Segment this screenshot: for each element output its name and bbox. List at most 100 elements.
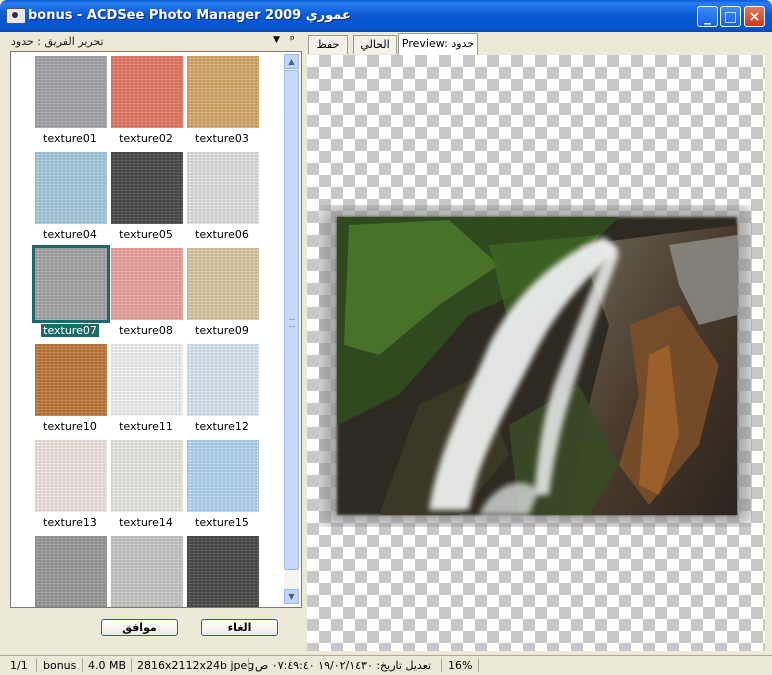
texture-thumbnail[interactable] — [187, 152, 259, 224]
texture-tile[interactable]: texture05 — [109, 148, 183, 244]
texture-thumbnail[interactable] — [35, 536, 107, 607]
texture-thumbnail[interactable] — [187, 344, 259, 416]
texture-tile[interactable] — [185, 532, 259, 607]
status-divider — [478, 658, 479, 672]
texture-thumbnail[interactable] — [187, 248, 259, 320]
texture-tile[interactable]: texture12 — [185, 340, 259, 436]
close-button[interactable]: × — [744, 6, 765, 27]
status-modified-date: تعديل تاريخ: ١٩/٠٢/١٤٣٠ ٠٧:٤٩:٤٠ ص — [255, 659, 431, 672]
texture-tile[interactable]: texture04 — [33, 148, 107, 244]
preview-canvas — [307, 55, 765, 651]
texture-label-text: texture11 — [119, 420, 173, 433]
texture-thumbnail[interactable] — [187, 536, 259, 607]
texture-thumbnail[interactable] — [35, 344, 107, 416]
texture-scrollbar[interactable]: ▲ ▼ — [284, 54, 299, 604]
texture-tile[interactable]: texture11 — [109, 340, 183, 436]
texture-label: texture10 — [29, 420, 111, 433]
chevron-down-icon[interactable]: ▼ — [273, 35, 280, 45]
texture-label-text: texture09 — [195, 324, 249, 337]
texture-label: texture03 — [181, 132, 263, 145]
texture-label: texture12 — [181, 420, 263, 433]
texture-thumbnail[interactable] — [187, 440, 259, 512]
texture-label-text: texture01 — [43, 132, 97, 145]
texture-thumbnail[interactable] — [111, 536, 183, 607]
status-zoom: 16% — [448, 659, 473, 672]
texture-label-text: texture04 — [43, 228, 97, 241]
texture-label: texture09 — [181, 324, 263, 337]
tab-save[interactable]: حفظ — [308, 35, 348, 54]
window-title: bonus - ACDSee Photo Manager 2009 عموري — [28, 8, 351, 23]
status-size: 4.0 MB — [88, 659, 127, 672]
texture-tile[interactable]: texture06 — [185, 148, 259, 244]
texture-thumbnail[interactable] — [111, 248, 183, 320]
texture-label: texture02 — [105, 132, 187, 145]
texture-label-text: texture03 — [195, 132, 249, 145]
texture-label-text: texture08 — [119, 324, 173, 337]
panel-header-label: تحرير الفريق : حدود — [11, 35, 104, 48]
scroll-up-arrow-icon[interactable]: ▲ — [284, 54, 299, 69]
status-page: 1/1 — [10, 659, 28, 672]
texture-label: texture04 — [29, 228, 111, 241]
scroll-down-arrow-icon[interactable]: ▼ — [284, 589, 299, 604]
ok-button[interactable]: موافق — [101, 619, 178, 636]
texture-label-text: texture10 — [43, 420, 97, 433]
texture-label: texture13 — [29, 516, 111, 529]
texture-label: texture01 — [29, 132, 111, 145]
pin-icon[interactable]: ᵖ — [290, 33, 295, 46]
status-divider — [131, 658, 132, 672]
texture-label: texture15 — [181, 516, 263, 529]
grip-icon — [289, 319, 295, 327]
waterfall-photo — [319, 205, 752, 527]
status-divider — [248, 658, 249, 672]
texture-thumbnail[interactable] — [35, 56, 107, 128]
texture-label: texture06 — [181, 228, 263, 241]
texture-thumbnail[interactable] — [111, 344, 183, 416]
texture-label-text: texture02 — [119, 132, 173, 145]
texture-tile[interactable]: texture01 — [33, 52, 107, 148]
minimize-button[interactable]: _ — [697, 6, 718, 27]
texture-label-text: texture07 — [41, 324, 99, 337]
texture-tile[interactable] — [33, 532, 107, 607]
status-bar: 1/1 bonus 4.0 MB 2816x2112x24b jpeg تعدي… — [0, 655, 772, 675]
texture-thumbnail[interactable] — [35, 152, 107, 224]
texture-tile[interactable]: texture10 — [33, 340, 107, 436]
texture-label-text: texture05 — [119, 228, 173, 241]
tab-preview[interactable]: Preview: حدود — [398, 33, 478, 55]
texture-tile[interactable]: texture07 — [32, 244, 110, 340]
texture-tile[interactable]: texture03 — [185, 52, 259, 148]
texture-label-text: texture15 — [195, 516, 249, 529]
texture-tile[interactable]: texture08 — [109, 244, 183, 340]
texture-tile[interactable]: texture15 — [185, 436, 259, 532]
texture-label-text: texture14 — [119, 516, 173, 529]
texture-label: texture11 — [105, 420, 187, 433]
texture-label-text: texture12 — [195, 420, 249, 433]
texture-label-text: texture06 — [195, 228, 249, 241]
texture-label: texture07 — [29, 324, 111, 337]
texture-grid: texture01 texture02 texture03 texture04 text… — [10, 51, 302, 608]
texture-tile[interactable]: texture13 — [33, 436, 107, 532]
scroll-thumb[interactable] — [284, 70, 299, 570]
texture-thumbnail[interactable] — [35, 440, 107, 512]
maximize-button[interactable]: □ — [720, 6, 741, 27]
status-dimensions: 2816x2112x24b jpeg — [137, 659, 255, 672]
texture-thumbnail[interactable] — [111, 56, 183, 128]
texture-thumbnail[interactable] — [187, 56, 259, 128]
app-icon[interactable] — [6, 8, 26, 24]
texture-tile[interactable]: texture02 — [109, 52, 183, 148]
status-divider — [82, 658, 83, 672]
texture-tile[interactable]: texture14 — [109, 436, 183, 532]
status-divider — [441, 658, 442, 672]
texture-thumbnail[interactable] — [111, 440, 183, 512]
cancel-button[interactable]: الغاء — [201, 619, 278, 636]
texture-thumbnail[interactable] — [111, 152, 183, 224]
texture-tile[interactable]: texture09 — [185, 244, 259, 340]
texture-label-text: texture13 — [43, 516, 97, 529]
tab-strip: حفظ الحالي Preview: حدود — [306, 33, 772, 55]
panel-header: تحرير الفريق : حدود ▼ ᵖ — [3, 33, 303, 50]
texture-label: texture05 — [105, 228, 187, 241]
tab-current[interactable]: الحالي — [353, 35, 397, 54]
title-bar: bonus - ACDSee Photo Manager 2009 عموري … — [0, 0, 772, 32]
texture-thumbnail[interactable] — [32, 245, 110, 323]
texture-label: texture14 — [105, 516, 187, 529]
texture-tile[interactable] — [109, 532, 183, 607]
